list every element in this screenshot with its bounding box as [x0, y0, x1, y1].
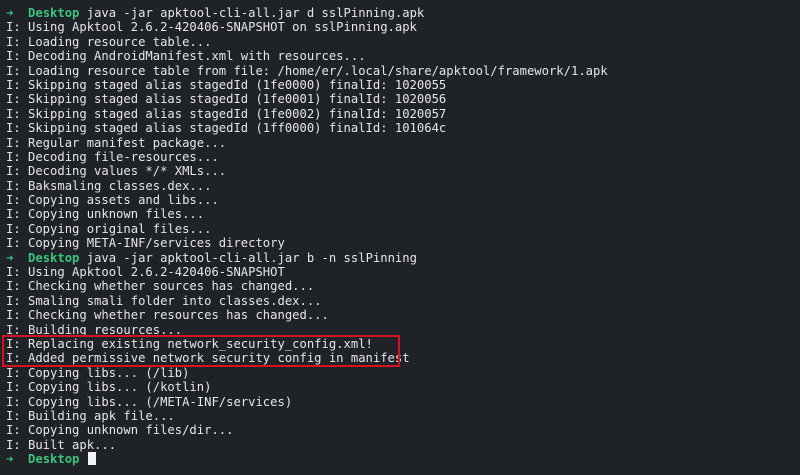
- output-text: I: Copying libs... (/kotlin): [6, 380, 212, 395]
- output-text: I: Added permissive network security con…: [6, 351, 410, 366]
- output-text: I: Skipping staged alias stagedId (1fe00…: [6, 92, 447, 107]
- terminal-window[interactable]: ➜ Desktop java -jar apktool-cli-all.jar …: [0, 0, 800, 475]
- output-text: I: Replacing existing network_security_c…: [6, 336, 373, 351]
- output-text: I: Decoding AndroidManifest.xml with res…: [6, 49, 366, 64]
- terminal-output: ➜ Desktop java -jar apktool-cli-all.jar …: [6, 6, 800, 467]
- output-text: I: Building apk file...: [6, 408, 175, 423]
- output-line: I: Baksmaling classes.dex...: [6, 179, 800, 193]
- output-text: I: Checking whether resources has change…: [6, 308, 329, 323]
- output-line: I: Copying unknown files...: [6, 207, 800, 221]
- output-text: I: Copying META-INF/services directory: [6, 236, 285, 251]
- output-line: I: Skipping staged alias stagedId (1fe00…: [6, 92, 800, 106]
- output-line: I: Loading resource table from file: /ho…: [6, 64, 800, 78]
- output-line: I: Smaling smali folder into classes.dex…: [6, 294, 800, 308]
- output-text: I: Decoding file-resources...: [6, 149, 219, 164]
- output-line: I: Checking whether sources has changed.…: [6, 279, 800, 293]
- prompt-directory: Desktop: [28, 452, 80, 467]
- output-line: I: Using Apktool 2.6.2-420406-SNAPSHOT o…: [6, 20, 800, 34]
- output-line: I: Copying libs... (/lib): [6, 366, 800, 380]
- output-text: I: Smaling smali folder into classes.dex…: [6, 293, 322, 308]
- output-text: I: Loading resource table...: [6, 34, 212, 49]
- output-line: I: Added permissive network security con…: [6, 351, 800, 365]
- output-text: I: Loading resource table from file: /ho…: [6, 63, 608, 78]
- output-text: I: Copying unknown files/dir...: [6, 423, 234, 438]
- output-line: I: Loading resource table...: [6, 35, 800, 49]
- output-text: I: Regular manifest package...: [6, 135, 227, 150]
- output-text: I: Built apk...: [6, 437, 117, 452]
- output-line: I: Using Apktool 2.6.2-420406-SNAPSHOT: [6, 265, 800, 279]
- output-text: I: Skipping staged alias stagedId (1ff00…: [6, 121, 447, 136]
- output-text: I: Decoding values */* XMLs...: [6, 164, 227, 179]
- output-text: I: Building resources...: [6, 322, 183, 337]
- prompt-arrow-icon: ➜: [6, 452, 14, 467]
- prompt-directory: Desktop: [28, 250, 80, 265]
- output-text: I: Using Apktool 2.6.2-420406-SNAPSHOT o…: [6, 20, 417, 35]
- output-text: I: Skipping staged alias stagedId (1fe00…: [6, 77, 447, 92]
- output-line: I: Decoding values */* XMLs...: [6, 164, 800, 178]
- prompt-line: ➜ Desktop java -jar apktool-cli-all.jar …: [6, 6, 800, 20]
- prompt-arrow-icon: ➜: [6, 6, 14, 20]
- output-line: I: Built apk...: [6, 438, 800, 452]
- output-line: I: Building resources...: [6, 323, 800, 337]
- output-text: I: Copying original files...: [6, 221, 212, 236]
- output-text: I: Copying assets and libs...: [6, 193, 219, 208]
- prompt-line: ➜ Desktop: [6, 452, 800, 466]
- prompt-directory: Desktop: [28, 6, 80, 20]
- output-text: I: Checking whether sources has changed.…: [6, 279, 315, 294]
- output-line: I: Building apk file...: [6, 409, 800, 423]
- command-text: java -jar apktool-cli-all.jar b -n sslPi…: [86, 250, 417, 265]
- output-line: I: Replacing existing network_security_c…: [6, 337, 800, 351]
- output-text: I: Skipping staged alias stagedId (1fe00…: [6, 106, 447, 121]
- prompt-arrow-icon: ➜: [6, 250, 14, 265]
- output-line: I: Skipping staged alias stagedId (1fe00…: [6, 107, 800, 121]
- output-line: I: Copying libs... (/META-INF/services): [6, 395, 800, 409]
- output-line: I: Copying assets and libs...: [6, 193, 800, 207]
- output-text: I: Copying unknown files...: [6, 207, 205, 222]
- output-text: I: Baksmaling classes.dex...: [6, 178, 212, 193]
- output-line: I: Copying META-INF/services directory: [6, 236, 800, 250]
- output-line: I: Decoding AndroidManifest.xml with res…: [6, 49, 800, 63]
- output-line: I: Decoding file-resources...: [6, 150, 800, 164]
- prompt-line: ➜ Desktop java -jar apktool-cli-all.jar …: [6, 251, 800, 265]
- output-text: I: Using Apktool 2.6.2-420406-SNAPSHOT: [6, 265, 285, 280]
- text-cursor: [87, 452, 96, 466]
- output-line: I: Skipping staged alias stagedId (1ff00…: [6, 121, 800, 135]
- output-text: I: Copying libs... (/lib): [6, 365, 190, 380]
- output-line: I: Copying original files...: [6, 222, 800, 236]
- output-line: I: Skipping staged alias stagedId (1fe00…: [6, 78, 800, 92]
- output-text: I: Copying libs... (/META-INF/services): [6, 394, 293, 409]
- output-line: I: Checking whether resources has change…: [6, 308, 800, 322]
- command-text: java -jar apktool-cli-all.jar d sslPinni…: [86, 6, 425, 20]
- output-line: I: Regular manifest package...: [6, 136, 800, 150]
- output-line: I: Copying unknown files/dir...: [6, 423, 800, 437]
- output-line: I: Copying libs... (/kotlin): [6, 380, 800, 394]
